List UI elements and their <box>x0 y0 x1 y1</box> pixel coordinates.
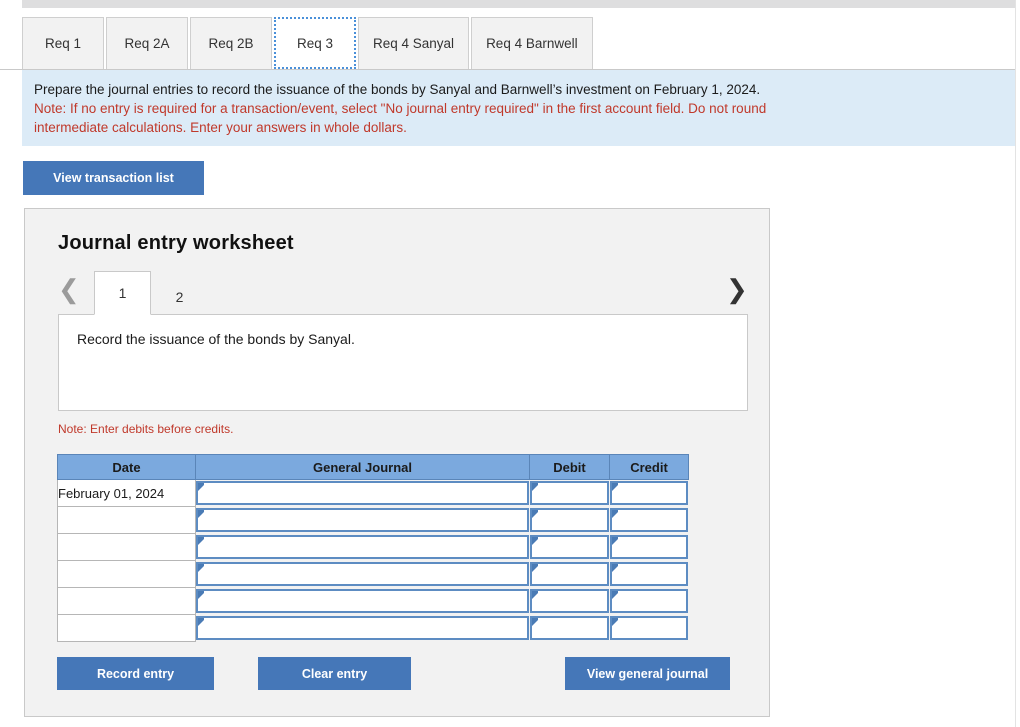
tab-label: Req 1 <box>44 36 82 51</box>
dropdown-marker-icon <box>198 618 204 626</box>
dropdown-marker-icon <box>531 591 538 599</box>
credit-input[interactable] <box>609 615 689 642</box>
dropdown-marker-icon <box>611 564 618 572</box>
general-journal-input[interactable] <box>196 507 530 534</box>
dropdown-marker-icon <box>531 537 538 545</box>
general-journal-input[interactable] <box>196 615 530 642</box>
dropdown-marker-icon <box>611 483 618 492</box>
table-row <box>57 560 689 588</box>
instruction-note-line-1: Note: If no entry is required for a tran… <box>34 101 767 116</box>
table-row <box>57 533 689 561</box>
table-row <box>57 587 689 615</box>
worksheet-title: Journal entry worksheet <box>58 232 294 254</box>
tab-label: Req 2A <box>124 36 170 51</box>
instructions-panel: Prepare the journal entries to record th… <box>22 70 1015 146</box>
tab-req-2a[interactable]: Req 2A <box>106 17 188 69</box>
column-header-debit: Debit <box>529 454 610 480</box>
entry-tab-label: 2 <box>175 288 184 305</box>
view-transaction-list-button[interactable]: View transaction list <box>23 161 204 195</box>
requirement-tab-bar: Req 1 Req 2A Req 2B Req 3 Req 4 Sanyal R… <box>0 8 1015 70</box>
entry-description-text: Record the issuance of the bonds by Sany… <box>77 331 355 347</box>
dropdown-marker-icon <box>531 510 538 518</box>
credit-input[interactable] <box>609 507 689 534</box>
general-journal-input[interactable] <box>196 480 530 507</box>
table-header-row: Date General Journal Debit Credit <box>57 454 689 480</box>
table-row <box>57 506 689 534</box>
date-cell[interactable] <box>57 560 196 588</box>
dropdown-marker-icon <box>611 618 618 626</box>
dropdown-marker-icon <box>611 591 618 599</box>
dropdown-marker-icon <box>531 564 538 572</box>
credit-input[interactable] <box>609 480 689 507</box>
column-header-general-journal: General Journal <box>195 454 530 480</box>
tab-req-4-sanyal[interactable]: Req 4 Sanyal <box>358 17 470 69</box>
credit-input[interactable] <box>609 534 689 561</box>
general-journal-input[interactable] <box>196 588 530 615</box>
journal-entry-worksheet-panel: Journal entry worksheet ❮ 1 2 ❯ Record t… <box>24 208 770 717</box>
dropdown-marker-icon <box>198 510 204 518</box>
chevron-right-icon[interactable]: ❯ <box>726 274 748 304</box>
entry-tab-list: 1 2 <box>94 271 208 315</box>
entry-tab-2[interactable]: 2 <box>151 277 208 315</box>
entry-description-box: Record the issuance of the bonds by Sany… <box>58 314 748 411</box>
tab-req-4-barnwell[interactable]: Req 4 Barnwell <box>471 17 593 69</box>
table-row: February 01, 2024 <box>57 479 689 507</box>
dropdown-marker-icon <box>198 483 204 492</box>
debit-input[interactable] <box>529 507 610 534</box>
dropdown-marker-icon <box>531 618 538 626</box>
column-header-credit: Credit <box>609 454 689 480</box>
dropdown-marker-icon <box>611 537 618 545</box>
general-journal-input[interactable] <box>196 561 530 588</box>
requirement-tabs: Req 1 Req 2A Req 2B Req 3 Req 4 Sanyal R… <box>22 17 595 69</box>
tab-label: Req 2B <box>208 36 254 51</box>
debit-input[interactable] <box>529 480 610 507</box>
tab-req-2b[interactable]: Req 2B <box>190 17 272 69</box>
dropdown-marker-icon <box>198 564 204 572</box>
column-header-date: Date <box>57 454 196 480</box>
debit-input[interactable] <box>529 561 610 588</box>
credit-input[interactable] <box>609 561 689 588</box>
view-general-journal-button[interactable]: View general journal <box>565 657 730 690</box>
debit-input[interactable] <box>529 534 610 561</box>
record-entry-button[interactable]: Record entry <box>57 657 214 690</box>
instruction-note-line-2: intermediate calculations. Enter your an… <box>34 120 407 135</box>
right-edge-rule <box>1015 0 1016 727</box>
entry-tab-label: 1 <box>118 285 127 301</box>
date-cell[interactable] <box>57 506 196 534</box>
credit-input[interactable] <box>609 588 689 615</box>
tab-label: Req 4 Barnwell <box>486 36 578 51</box>
entry-pager: ❮ 1 2 ❯ <box>58 271 748 315</box>
entry-tab-1[interactable]: 1 <box>94 271 151 315</box>
table-row <box>57 614 689 642</box>
tab-label: Req 3 <box>296 35 334 51</box>
debit-input[interactable] <box>529 615 610 642</box>
dropdown-marker-icon <box>198 537 204 545</box>
date-cell[interactable] <box>57 587 196 615</box>
journal-entry-table: Date General Journal Debit Credit Februa… <box>57 454 689 642</box>
top-grey-strip <box>22 0 1015 8</box>
instruction-primary: Prepare the journal entries to record th… <box>34 82 761 97</box>
general-journal-input[interactable] <box>196 534 530 561</box>
debits-before-credits-note: Note: Enter debits before credits. <box>58 422 234 436</box>
clear-entry-button[interactable]: Clear entry <box>258 657 411 690</box>
debit-input[interactable] <box>529 588 610 615</box>
tab-label: Req 4 Sanyal <box>373 36 455 51</box>
tab-req-3[interactable]: Req 3 <box>274 17 356 69</box>
date-cell[interactable]: February 01, 2024 <box>57 479 196 507</box>
chevron-left-icon[interactable]: ❮ <box>58 274 80 304</box>
date-cell[interactable] <box>57 614 196 642</box>
dropdown-marker-icon <box>198 591 204 599</box>
date-cell[interactable] <box>57 533 196 561</box>
dropdown-marker-icon <box>611 510 618 518</box>
dropdown-marker-icon <box>531 483 538 492</box>
tab-req-1[interactable]: Req 1 <box>22 17 104 69</box>
